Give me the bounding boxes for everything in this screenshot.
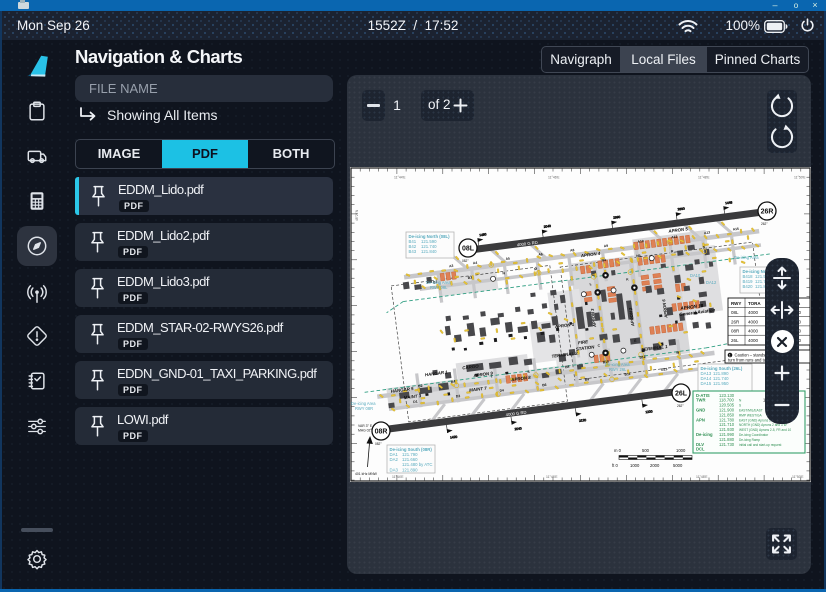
svg-text:RWY: RWY: [731, 301, 741, 306]
svg-text:262°: 262°: [677, 404, 684, 408]
svg-text:4000: 4000: [748, 329, 759, 334]
svg-text:11°50'E: 11°50'E: [794, 176, 806, 180]
svg-text:A15: A15: [732, 227, 739, 232]
svg-text:5000: 5000: [673, 463, 683, 468]
svg-text:D2: D2: [456, 394, 461, 399]
svg-text:B8: B8: [565, 365, 570, 370]
svg-text:1000: 1000: [676, 448, 686, 453]
svg-text:A12: A12: [671, 235, 678, 240]
svg-text:MAG 02°: MAG 02°: [358, 429, 372, 433]
svg-text:RWY 26L: RWY 26L: [609, 367, 627, 372]
svg-text:11°48'E: 11°48'E: [696, 475, 708, 479]
svg-text:401 kHz MNW: 401 kHz MNW: [355, 472, 378, 476]
svg-text:B420: B420: [743, 284, 754, 289]
svg-text:500: 500: [642, 448, 650, 453]
svg-text:DCL: DCL: [696, 447, 705, 452]
svg-text:RWY 08L: RWY 08L: [430, 285, 448, 290]
svg-text:De-icing Ramp: De-icing Ramp: [739, 438, 760, 442]
svg-text:m 0: m 0: [614, 448, 622, 453]
svg-text:26L: 26L: [731, 338, 739, 343]
svg-text:RMP WEST/GA: RMP WEST/GA: [739, 413, 762, 417]
svg-text:De-icing Coordinator: De-icing Coordinator: [739, 433, 769, 437]
svg-text:initial call and start-up requ: initial call and start-up request: [739, 443, 781, 447]
svg-text:DA12: DA12: [706, 280, 717, 285]
svg-text:082°: 082°: [462, 259, 469, 263]
svg-text:2000: 2000: [650, 463, 660, 468]
svg-text:B43: B43: [409, 249, 417, 254]
svg-text:08R: 08R: [375, 429, 388, 436]
svg-text:11°50'E: 11°50'E: [792, 475, 804, 479]
svg-text:B2: B2: [418, 384, 423, 389]
svg-text:082°: 082°: [375, 442, 382, 446]
svg-text:26L: 26L: [675, 391, 688, 398]
svg-text:26R: 26R: [731, 319, 740, 324]
svg-text:A6: A6: [538, 252, 543, 257]
svg-text:DA15: DA15: [701, 381, 712, 386]
svg-text:ft 0: ft 0: [612, 463, 618, 468]
svg-text:11°44'E: 11°44'E: [392, 475, 404, 479]
svg-text:DA2: DA2: [390, 457, 399, 462]
svg-text:262°: 262°: [761, 222, 768, 226]
svg-text:121.950: 121.950: [713, 381, 729, 386]
svg-text:De-icing: De-icing: [696, 432, 713, 437]
svg-text:121.840: 121.840: [421, 249, 437, 254]
svg-text:4000: 4000: [748, 310, 759, 315]
svg-text:A13: A13: [704, 230, 711, 235]
svg-text:A10: A10: [637, 239, 644, 244]
svg-text:08L: 08L: [462, 246, 475, 253]
svg-text:D4: D4: [499, 388, 504, 393]
svg-text:11°48'E: 11°48'E: [698, 176, 710, 180]
svg-text:D1: D1: [413, 400, 418, 405]
svg-text:11°46'E: 11°46'E: [548, 176, 560, 180]
svg-text:B6: B6: [542, 383, 547, 388]
svg-text:DA3: DA3: [390, 467, 399, 472]
svg-text:08L: 08L: [731, 310, 739, 315]
svg-text:B13: B13: [661, 367, 668, 372]
svg-text:N5: N5: [636, 254, 641, 259]
svg-text:B4: B4: [451, 380, 456, 385]
svg-text:4000: 4000: [748, 338, 759, 343]
svg-text:De-icing Area: De-icing Area: [734, 255, 759, 260]
svg-text:11°44'E: 11°44'E: [394, 176, 406, 180]
svg-text:B3: B3: [468, 275, 473, 280]
svg-text:RWY 08R: RWY 08R: [355, 406, 373, 411]
svg-text:TORA: TORA: [748, 301, 761, 306]
svg-text:A4: A4: [473, 261, 478, 266]
svg-text:4000: 4000: [748, 319, 759, 324]
svg-text:48°21'N: 48°21'N: [355, 209, 359, 221]
svg-text:121.890: 121.890: [402, 467, 418, 472]
svg-text:S: S: [739, 404, 741, 408]
svg-text:N4: N4: [601, 258, 606, 263]
svg-text:08R: 08R: [731, 329, 740, 334]
svg-text:A9: A9: [604, 244, 609, 249]
svg-text:WEST (GND) Aprons 2-5, FR and: WEST (GND) Aprons 2-5, FR and 10: [739, 428, 791, 432]
svg-text:11°46'E: 11°46'E: [546, 475, 558, 479]
svg-text:26R: 26R: [761, 209, 774, 216]
svg-text:B11: B11: [624, 372, 631, 377]
svg-text:DA10: DA10: [690, 273, 701, 278]
svg-text:A8: A8: [570, 248, 575, 253]
svg-text:1000: 1000: [630, 463, 640, 468]
svg-text:A3: A3: [449, 264, 454, 269]
svg-text:VAR 3° E: VAR 3° E: [358, 424, 373, 428]
svg-text:A5: A5: [505, 256, 510, 261]
svg-text:B12: B12: [639, 355, 646, 360]
svg-text:TWR: TWR: [696, 398, 706, 403]
svg-text:GND: GND: [696, 408, 705, 413]
svg-text:EAST/MIL/EAST: EAST/MIL/EAST: [739, 409, 763, 413]
svg-text:APN: APN: [696, 417, 705, 422]
svg-text:121.730: 121.730: [719, 442, 735, 447]
svg-text:B9: B9: [585, 377, 590, 382]
